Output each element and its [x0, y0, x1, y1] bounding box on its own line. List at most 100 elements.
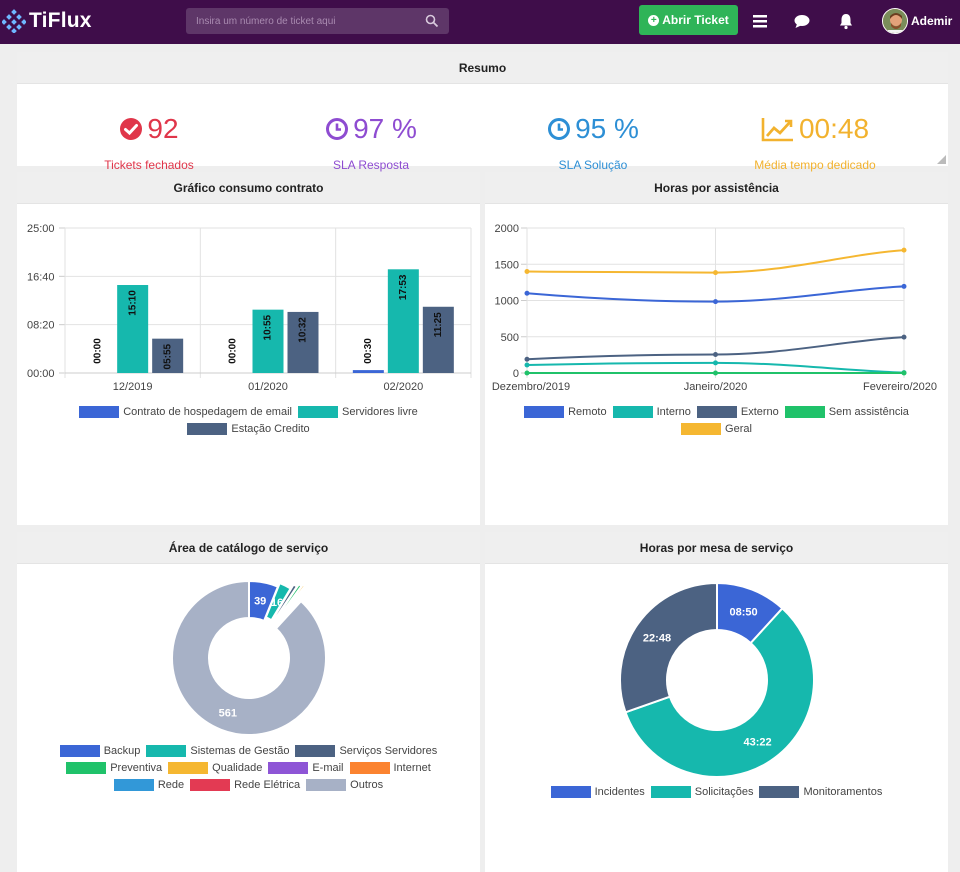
x-tick-label: Dezembro/2019 — [492, 381, 570, 393]
legend-swatch — [268, 762, 309, 774]
data-point — [713, 352, 718, 358]
kpi-avg-time-label: Média tempo dedicado — [754, 158, 876, 172]
menu-icon[interactable] — [750, 11, 770, 31]
bar-value-label: 17:53 — [398, 274, 409, 300]
legend-label: Internet — [393, 762, 431, 774]
user-menu[interactable]: Ademir — [882, 6, 952, 36]
legend-label: Qualidade — [212, 762, 263, 774]
pie-value-label: 22:48 — [643, 633, 671, 645]
open-ticket-button[interactable]: + Abrir Ticket — [639, 5, 738, 35]
catalog-legend-item[interactable]: Sistemas de Gestão — [146, 745, 289, 757]
resize-handle[interactable] — [937, 155, 946, 164]
legend-swatch — [784, 406, 825, 418]
tiflux-logo[interactable]: TiFlux — [2, 6, 92, 36]
legend-swatch — [113, 779, 154, 791]
legend-swatch — [550, 786, 591, 798]
legend-swatch — [295, 745, 336, 757]
kpi-sla-response: 97 % SLA Resposta — [251, 112, 491, 172]
data-point — [901, 370, 907, 376]
desk-legend-item[interactable]: Incidentes — [550, 786, 645, 798]
data-point — [713, 370, 718, 376]
pie-slice — [171, 579, 327, 736]
service-desk-chart: 08:50 43:22 22:48 — [619, 581, 815, 778]
ticket-search-input[interactable] — [186, 8, 416, 34]
bar-legend-item[interactable]: Estação Credito — [187, 423, 310, 435]
bell-icon[interactable] — [836, 11, 856, 31]
line-legend-item[interactable]: Geral — [681, 423, 752, 435]
catalog-legend-item[interactable]: Internet — [349, 762, 431, 774]
kpi-tickets-label: Tickets fechados — [104, 158, 194, 172]
data-point — [524, 362, 530, 368]
legend-swatch — [146, 745, 187, 757]
hours-by-assistance-title: Horas por assistência — [485, 172, 948, 204]
catalog-legend-item[interactable]: Backup — [59, 745, 141, 757]
legend-label: Solicitações — [694, 786, 754, 798]
catalog-legend-item[interactable]: Preventiva — [66, 762, 162, 774]
legend-label: Incidentes — [594, 786, 645, 798]
catalog-legend-item[interactable]: Rede Elétrica — [190, 779, 300, 791]
kpi-sla-solution-value: 95 % — [575, 113, 639, 144]
kpi-sla-solution: 95 % SLA Solução — [473, 112, 713, 172]
service-catalog-panel: Área de catálogo de serviço 39 16 561 Back… — [17, 532, 480, 872]
line-legend-item[interactable]: Sem assistência — [784, 406, 909, 418]
data-point — [524, 356, 530, 362]
open-ticket-label: Abrir Ticket — [662, 13, 729, 27]
x-tick-label: 01/2020 — [248, 381, 288, 393]
legend-label: Sistemas de Gestão — [190, 745, 290, 757]
chat-icon[interactable] — [792, 11, 812, 31]
line-legend-item[interactable]: Remoto — [524, 406, 607, 418]
bar-value-label: 00:00 — [92, 338, 103, 364]
y-tick-label: 08:20 — [27, 320, 55, 332]
service-catalog-title: Área de catálogo de serviço — [17, 532, 480, 564]
logo-icon — [2, 9, 26, 33]
bar-legend-item[interactable]: Contrato de hospedagem de email — [79, 406, 292, 418]
legend-label: Servidores livre — [341, 406, 418, 418]
bar-legend-item[interactable]: Servidores livre — [297, 406, 418, 418]
kpi-tickets-value-row: 92 — [29, 112, 269, 146]
y-tick-label: 2000 — [495, 223, 519, 235]
contract-consumption-legend: Contrato de hospedagem de email Servidore… — [17, 406, 480, 435]
legend-swatch — [681, 423, 722, 435]
data-point — [524, 290, 530, 296]
legend-swatch — [650, 786, 691, 798]
kpi-sla-response-value: 97 % — [353, 113, 417, 144]
legend-swatch — [306, 779, 347, 791]
catalog-legend-item[interactable]: Rede — [113, 779, 185, 791]
y-tick-label: 16:40 — [27, 271, 55, 283]
bar-value-label: 10:55 — [263, 314, 274, 340]
bar-value-label: 05:55 — [162, 343, 173, 369]
bar-value-label: 00:30 — [363, 338, 374, 364]
service-desk-panel: Horas por mesa de serviço 08:50 43:22 22:4… — [485, 532, 948, 872]
data-point — [713, 299, 718, 305]
legend-label: Estação Credito — [231, 423, 310, 435]
line-legend-item[interactable]: Externo — [696, 406, 779, 418]
legend-swatch — [612, 406, 653, 418]
search-icon[interactable] — [425, 14, 439, 28]
line-legend-item[interactable]: Interno — [612, 406, 691, 418]
pie-value-label: 43:22 — [744, 736, 772, 748]
y-tick-label: 0 — [513, 368, 519, 380]
desk-legend-item[interactable]: Solicitações — [650, 786, 754, 798]
data-point — [901, 334, 907, 340]
legend-label: Monitoramentos — [803, 786, 883, 798]
summary-title: Resumo — [17, 52, 948, 84]
x-tick-label: Fevereiro/2020 — [863, 381, 937, 393]
y-tick-label: 00:00 — [27, 368, 55, 380]
catalog-legend-item[interactable]: E-mail — [268, 762, 344, 774]
pie-value-label: 561 — [219, 708, 237, 720]
user-name: Ademir — [911, 14, 953, 28]
legend-swatch — [696, 406, 737, 418]
legend-swatch — [759, 786, 800, 798]
desk-legend-item[interactable]: Monitoramentos — [759, 786, 882, 798]
catalog-legend-item[interactable]: Qualidade — [168, 762, 262, 774]
bar — [352, 370, 384, 373]
kpi-tickets-closed: 92 Tickets fechados — [29, 112, 269, 172]
y-tick-label: 1000 — [495, 296, 519, 308]
catalog-legend-item[interactable]: Serviços Servidores — [295, 745, 437, 757]
catalog-legend-item[interactable]: Outros — [306, 779, 383, 791]
legend-label: Backup — [103, 745, 141, 757]
legend-label: Rede — [157, 779, 185, 791]
legend-swatch — [79, 406, 120, 418]
legend-swatch — [297, 406, 338, 418]
bar-value-label: 10:32 — [298, 317, 309, 343]
